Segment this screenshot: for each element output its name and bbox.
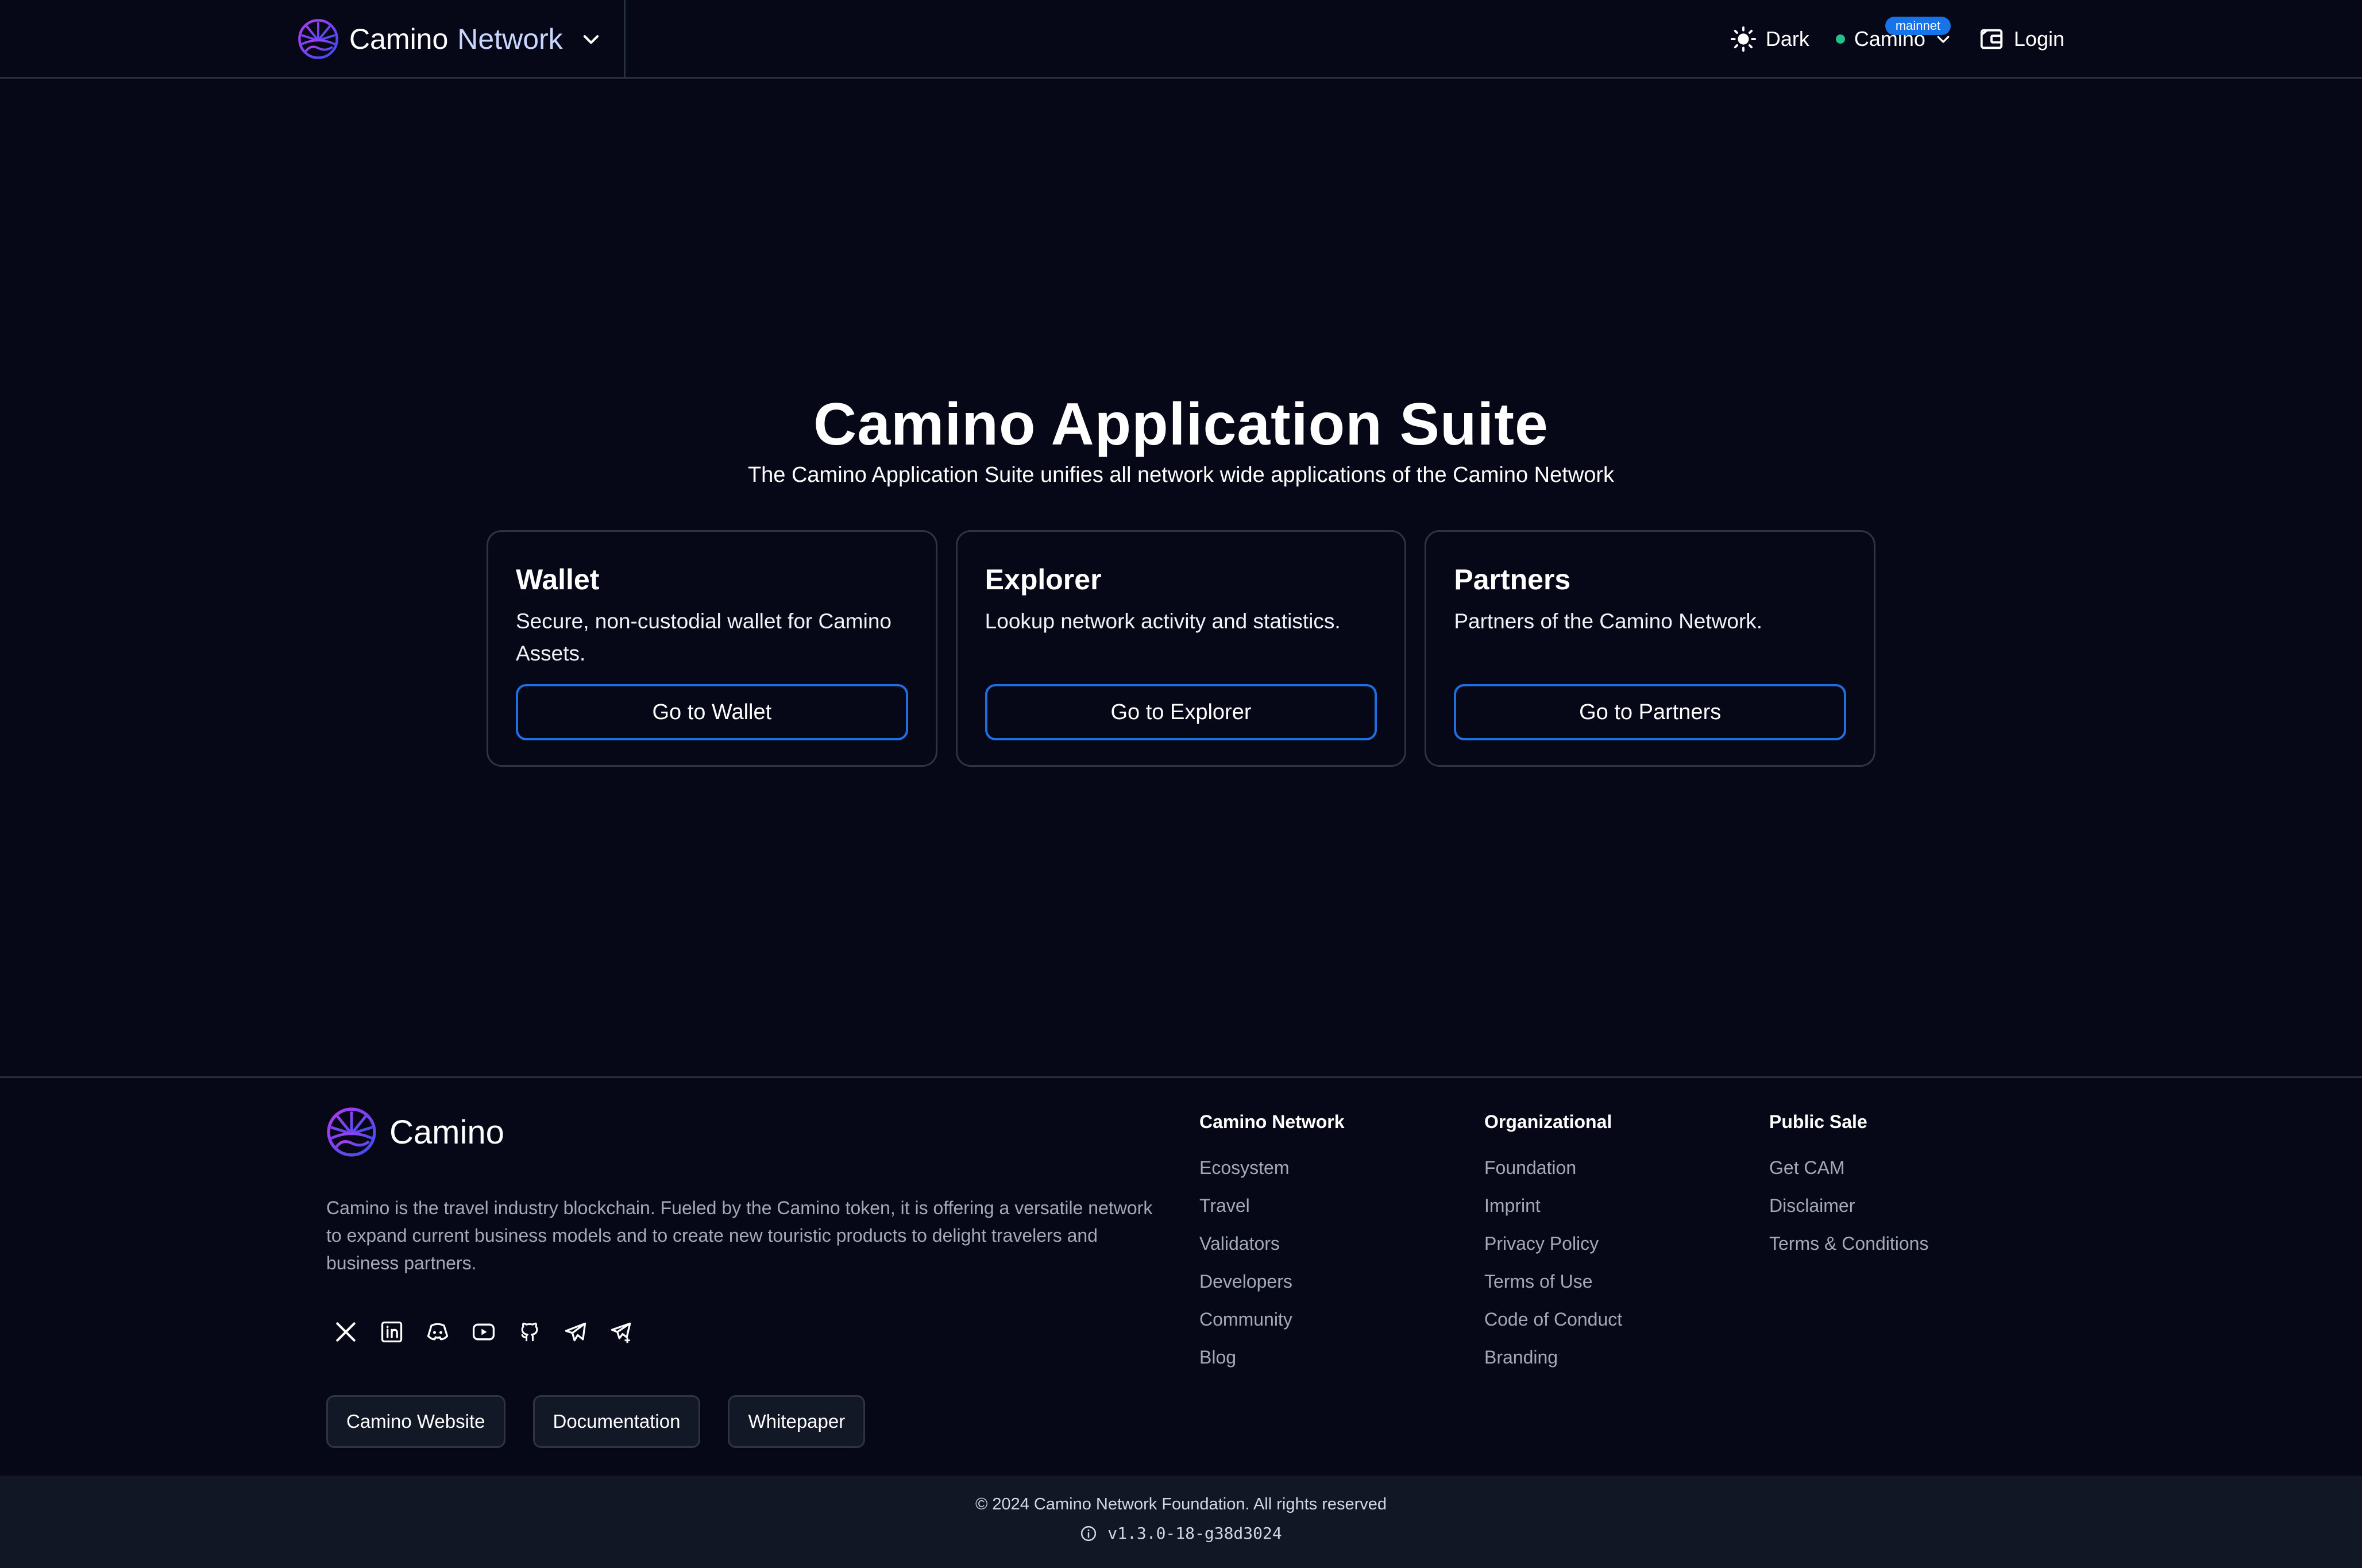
network-dot-icon bbox=[1835, 34, 1845, 44]
youtube-icon[interactable] bbox=[471, 1319, 496, 1345]
wallet-card: Wallet Secure, non-custodial wallet for … bbox=[487, 530, 937, 767]
footer-link-code-of-conduct[interactable]: Code of Conduct bbox=[1484, 1300, 1622, 1338]
footer-link-get-cam[interactable]: Get CAM bbox=[1769, 1149, 1928, 1187]
page-title: Camino Application Suite bbox=[813, 391, 1549, 458]
version-info: v1.3.0-18-g38d3024 bbox=[0, 1524, 2362, 1543]
telegram-icon[interactable] bbox=[563, 1319, 588, 1345]
footer-description: Camino is the travel industry blockchain… bbox=[326, 1198, 1153, 1273]
camino-logo-icon bbox=[298, 19, 338, 59]
linkedin-icon[interactable] bbox=[379, 1319, 404, 1345]
footer-link-terms-of-use[interactable]: Terms of Use bbox=[1484, 1262, 1622, 1300]
footer-link-community[interactable]: Community bbox=[1199, 1300, 1344, 1338]
info-icon bbox=[1081, 1525, 1097, 1541]
social-links bbox=[333, 1319, 634, 1345]
whitepaper-button[interactable]: Whitepaper bbox=[728, 1395, 866, 1448]
github-icon[interactable] bbox=[517, 1319, 542, 1345]
card-title: Partners bbox=[1454, 563, 1571, 596]
wallet-icon bbox=[1980, 29, 2003, 49]
app-cards: Wallet Secure, non-custodial wallet for … bbox=[487, 530, 1876, 767]
copyright-text: © 2024 Camino Network Foundation. All ri… bbox=[975, 1495, 1387, 1513]
top-header: Camino Network Dark Camino mainnet Login bbox=[0, 0, 2362, 79]
footer-link-privacy-policy[interactable]: Privacy Policy bbox=[1484, 1225, 1622, 1262]
network-selector[interactable]: Camino mainnet bbox=[1835, 17, 1952, 51]
footer-link-developers[interactable]: Developers bbox=[1199, 1262, 1344, 1300]
brand-name: Camino bbox=[349, 23, 449, 55]
card-description: Partners of the Camino Network. bbox=[1454, 609, 1763, 633]
login-label: Login bbox=[2013, 27, 2064, 51]
page-subtitle: The Camino Application Suite unifies all… bbox=[747, 463, 1615, 487]
network-badge: mainnet bbox=[1885, 17, 1951, 35]
brand-suffix: Network bbox=[457, 23, 563, 55]
login-button[interactable]: Login bbox=[1978, 26, 2064, 52]
x-icon[interactable] bbox=[333, 1319, 358, 1345]
footer-buttons: Camino Website Documentation Whitepaper bbox=[326, 1395, 866, 1448]
brand-network-switcher[interactable]: Camino Network bbox=[298, 17, 602, 61]
bottom-bar: © 2024 Camino Network Foundation. All ri… bbox=[0, 1476, 2362, 1568]
card-description: Secure, non-custodial wallet for Camino … bbox=[516, 609, 891, 665]
theme-toggle[interactable]: Dark bbox=[1730, 26, 1809, 52]
footer-link-imprint[interactable]: Imprint bbox=[1484, 1187, 1622, 1225]
chevron-down-icon bbox=[583, 35, 599, 44]
theme-label: Dark bbox=[1765, 27, 1809, 51]
telegram-announcements-icon[interactable] bbox=[609, 1319, 634, 1345]
footer-link-branding[interactable]: Branding bbox=[1484, 1338, 1622, 1376]
camino-website-button[interactable]: Camino Website bbox=[326, 1395, 505, 1448]
documentation-button[interactable]: Documentation bbox=[532, 1395, 701, 1448]
footer-column-organizational: Organizational Foundation Imprint Privac… bbox=[1484, 1111, 1622, 1376]
footer: Camino Camino is the travel industry blo… bbox=[0, 1076, 2362, 1476]
footer-link-blog[interactable]: Blog bbox=[1199, 1338, 1344, 1376]
header-divider bbox=[624, 0, 626, 79]
card-title: Explorer bbox=[985, 563, 1102, 596]
footer-link-foundation[interactable]: Foundation bbox=[1484, 1149, 1622, 1187]
footer-link-ecosystem[interactable]: Ecosystem bbox=[1199, 1149, 1344, 1187]
explorer-card: Explorer Lookup network activity and sta… bbox=[955, 530, 1407, 767]
footer-column-camino-network: Camino Network Ecosystem Travel Validato… bbox=[1199, 1111, 1344, 1376]
footer-column-title: Public Sale bbox=[1769, 1111, 1867, 1132]
footer-column-title: Organizational bbox=[1484, 1111, 1612, 1132]
footer-link-validators[interactable]: Validators bbox=[1199, 1225, 1344, 1262]
footer-column-title: Camino Network bbox=[1199, 1111, 1345, 1132]
footer-brand[interactable]: Camino bbox=[326, 1107, 504, 1157]
discord-icon[interactable] bbox=[425, 1319, 450, 1345]
footer-brand-name: Camino bbox=[389, 1113, 504, 1151]
partners-card: Partners Partners of the Camino Network.… bbox=[1425, 530, 1876, 767]
header-actions: Dark Camino mainnet Login bbox=[1730, 16, 2064, 62]
card-title: Wallet bbox=[516, 563, 600, 596]
footer-column-public-sale: Public Sale Get CAM Disclaimer Terms & C… bbox=[1769, 1111, 1928, 1262]
go-to-explorer-button[interactable]: Go to Explorer bbox=[985, 684, 1377, 740]
version-text: v1.3.0-18-g38d3024 bbox=[1107, 1524, 1282, 1543]
footer-link-disclaimer[interactable]: Disclaimer bbox=[1769, 1187, 1928, 1225]
footer-link-terms-conditions[interactable]: Terms & Conditions bbox=[1769, 1225, 1928, 1262]
card-description: Lookup network activity and statistics. bbox=[985, 609, 1341, 633]
go-to-partners-button[interactable]: Go to Partners bbox=[1454, 684, 1847, 740]
go-to-wallet-button[interactable]: Go to Wallet bbox=[516, 684, 908, 740]
sun-icon bbox=[1730, 26, 1756, 52]
camino-logo-icon bbox=[327, 1107, 376, 1157]
footer-link-travel[interactable]: Travel bbox=[1199, 1187, 1344, 1225]
